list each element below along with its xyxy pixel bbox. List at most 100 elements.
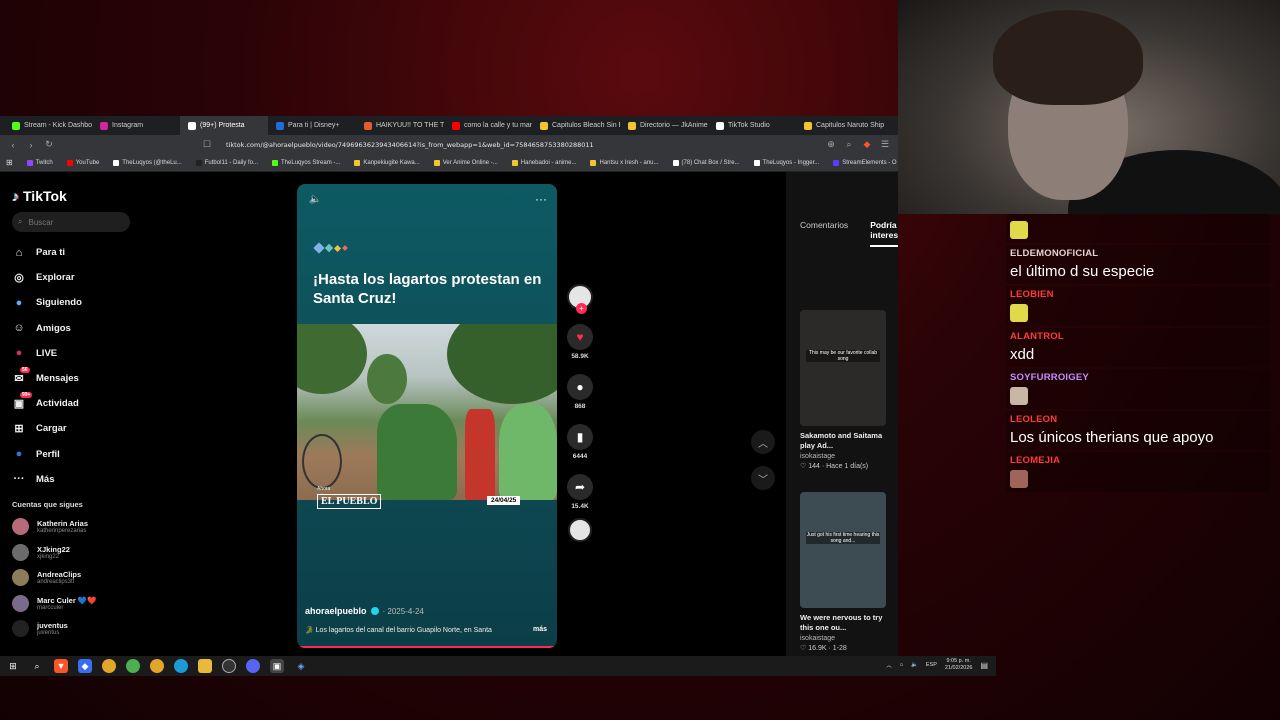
bookmark-item[interactable]: Kanpekiugite Kawa...: [354, 159, 420, 166]
creator-avatar[interactable]: +: [567, 284, 593, 314]
following-account[interactable]: Katherin Arias katherinperezarias: [12, 514, 130, 540]
browser-tab[interactable]: Instagram: [92, 116, 180, 135]
brave-icon[interactable]: ▼: [54, 659, 68, 673]
menu-label: Actividad: [36, 398, 79, 410]
chrome-icon[interactable]: [102, 659, 116, 673]
menu-item-cargar[interactable]: ⊞ Cargar: [12, 416, 130, 441]
browser-tab[interactable]: TikTok Studio: [708, 116, 796, 135]
main-menu: ⌂ Para ti ◎ Explorar ● Siguiendo ☺ Amigos ● LIVE ✉…: [12, 240, 130, 492]
language-indicator[interactable]: ESP: [926, 662, 937, 668]
windows-start-icon[interactable]: ⊞: [6, 659, 20, 673]
chat-text: xdd: [1010, 346, 1035, 363]
bookmark-item[interactable]: Ver Anime Online -...: [433, 159, 498, 166]
bookmark-star-icon[interactable]: ☐: [202, 139, 212, 150]
share-button[interactable]: ➦: [567, 474, 593, 500]
bookmark-item[interactable]: TheLuqyos - Ingger...: [753, 159, 819, 166]
browser-tab[interactable]: como la calle y tu man: [444, 116, 532, 135]
sound-disc-icon[interactable]: [568, 518, 592, 542]
tiktok-logo[interactable]: ♪ TikTok: [12, 186, 130, 206]
video-title: We were nervous to try this one ou...: [800, 613, 883, 632]
menu-item-perfil[interactable]: ● Perfil: [12, 442, 130, 467]
bookmark-favicon-icon: [590, 159, 597, 166]
menu-icon[interactable]: ☰: [880, 139, 890, 150]
bookmark-favicon-icon: [833, 159, 840, 166]
following-account[interactable]: AndreaClips andreaclips3tt: [12, 565, 130, 591]
more-options-icon[interactable]: ···: [535, 192, 547, 206]
zoom-icon[interactable]: ⌕: [844, 139, 854, 150]
chrome-icon[interactable]: [150, 659, 164, 673]
following-account[interactable]: juventus juventus: [12, 616, 130, 642]
menu-item-explorar[interactable]: ◎ Explorar: [12, 265, 130, 290]
video-title: ¡Hasta los lagartos protestan en Santa C…: [313, 271, 542, 307]
panel-tab[interactable]: Comentarios: [800, 220, 848, 247]
browser-tab[interactable]: Capitulos Bleach Sin R: [532, 116, 620, 135]
browser-tab[interactable]: Capitulos Naruto Shipp: [796, 116, 884, 135]
menu-item-actividad[interactable]: ▣ 99+ Actividad: [12, 391, 130, 416]
app-icon[interactable]: ▣: [270, 659, 284, 673]
reload-icon[interactable]: ↻: [44, 139, 54, 150]
url-field[interactable]: tiktok.com/@ahoraelpueblo/video/74969636…: [220, 141, 818, 149]
bookmark-item[interactable]: (78) Chat Box / Stre...: [672, 159, 740, 166]
browser-tab[interactable]: Stream - Kick Dashbo: [4, 116, 92, 135]
chat-emote-icon: [1010, 470, 1028, 488]
bookmark-item[interactable]: YouTube: [66, 159, 99, 166]
follow-plus-icon[interactable]: +: [576, 303, 587, 314]
panel-tab[interactable]: Podría interesarte: [870, 220, 898, 247]
next-video-icon[interactable]: ﹀: [751, 466, 775, 490]
bookmark-item[interactable]: Hantsu x Iresh - anu...: [590, 159, 659, 166]
menu-item-amigos[interactable]: ☺ Amigos: [12, 316, 130, 341]
comment-button[interactable]: ●: [567, 374, 593, 400]
obs-icon[interactable]: [222, 659, 236, 673]
clock[interactable]: 9:05 p. m. 21/02/2026: [945, 658, 973, 672]
menu-item-ms[interactable]: ··· Más: [12, 467, 130, 492]
extensions-icon[interactable]: ⊕: [826, 139, 836, 150]
more-link[interactable]: más: [533, 626, 547, 633]
folder-icon[interactable]: [198, 659, 212, 673]
heart-button[interactable]: ♥: [567, 324, 593, 350]
app-icon[interactable]: ◆: [78, 659, 92, 673]
bookmark-item[interactable]: TheLuqyos Stream -...: [272, 159, 340, 166]
browser-tab[interactable]: Para ti | Disney+: [268, 116, 356, 135]
bookmark-button[interactable]: ▮: [567, 424, 593, 450]
discord-icon[interactable]: [246, 659, 260, 673]
back-icon[interactable]: ‹: [8, 140, 18, 150]
menu-item-mensajes[interactable]: ✉ 56 Mensajes: [12, 366, 130, 391]
avatar: [12, 620, 29, 638]
bookmark-item[interactable]: Twitch: [26, 159, 53, 166]
notification-icon[interactable]: ▤: [980, 661, 988, 670]
video-player[interactable]: 🔈 ··· ¡Hasta los lagartos protestan en S…: [297, 184, 557, 648]
search-input[interactable]: ⌕ Buscar: [12, 212, 130, 232]
brave-shield-icon[interactable]: ◆: [862, 139, 872, 150]
action-count: 868: [574, 403, 586, 410]
chevron-up-icon[interactable]: ︿: [886, 661, 892, 669]
previous-video-icon[interactable]: ︿: [751, 430, 775, 454]
volume-icon[interactable]: 🔈: [309, 194, 321, 205]
bookmark-item[interactable]: Futbol11 - Daily fo...: [195, 159, 258, 166]
menu-item-live[interactable]: ● LIVE: [12, 341, 130, 366]
progress-bar[interactable]: [297, 646, 557, 648]
suggested-video-card[interactable]: Just got his first time hearing this son…: [800, 492, 886, 652]
browser-tab[interactable]: HAIKYUU!! TO THE TOP: [356, 116, 444, 135]
volume-icon[interactable]: 🔈: [911, 662, 918, 668]
menu-item-parati[interactable]: ⌂ Para ti: [12, 240, 130, 265]
browser-tab[interactable]: Directorio — JkAnime: [620, 116, 708, 135]
network-icon[interactable]: ⌂: [900, 662, 903, 668]
bookmark-item[interactable]: StreamElements - O: [833, 159, 897, 166]
tab-label: Instagram: [112, 122, 144, 129]
app-icon[interactable]: ◈: [294, 659, 308, 673]
search-icon[interactable]: ⌕: [30, 659, 44, 673]
video-nav: ︿ ﹀: [751, 430, 775, 490]
menu-item-siguiendo[interactable]: ● Siguiendo: [12, 290, 130, 315]
following-account[interactable]: Marc Culer 💙❤️ marcculer: [12, 590, 130, 616]
chat-message: LEOBIEN: [1006, 286, 1270, 326]
bookmark-item[interactable]: Hanebadoi - anime...: [511, 159, 576, 166]
browser-tab[interactable]: (99+) Protesta: [180, 116, 268, 135]
edge-icon[interactable]: [174, 659, 188, 673]
following-account[interactable]: XJking22 xjking22: [12, 539, 130, 565]
bookmark-item[interactable]: TheLuqyos (@theLu...: [113, 159, 182, 166]
forward-icon[interactable]: ›: [26, 140, 36, 150]
apps-grid-icon[interactable]: ⊞: [6, 158, 13, 167]
suggested-video-card[interactable]: This may be our favorite collab song Saka…: [800, 310, 886, 470]
chrome-icon[interactable]: [126, 659, 140, 673]
author-name[interactable]: ahoraelpueblo: [305, 606, 367, 616]
